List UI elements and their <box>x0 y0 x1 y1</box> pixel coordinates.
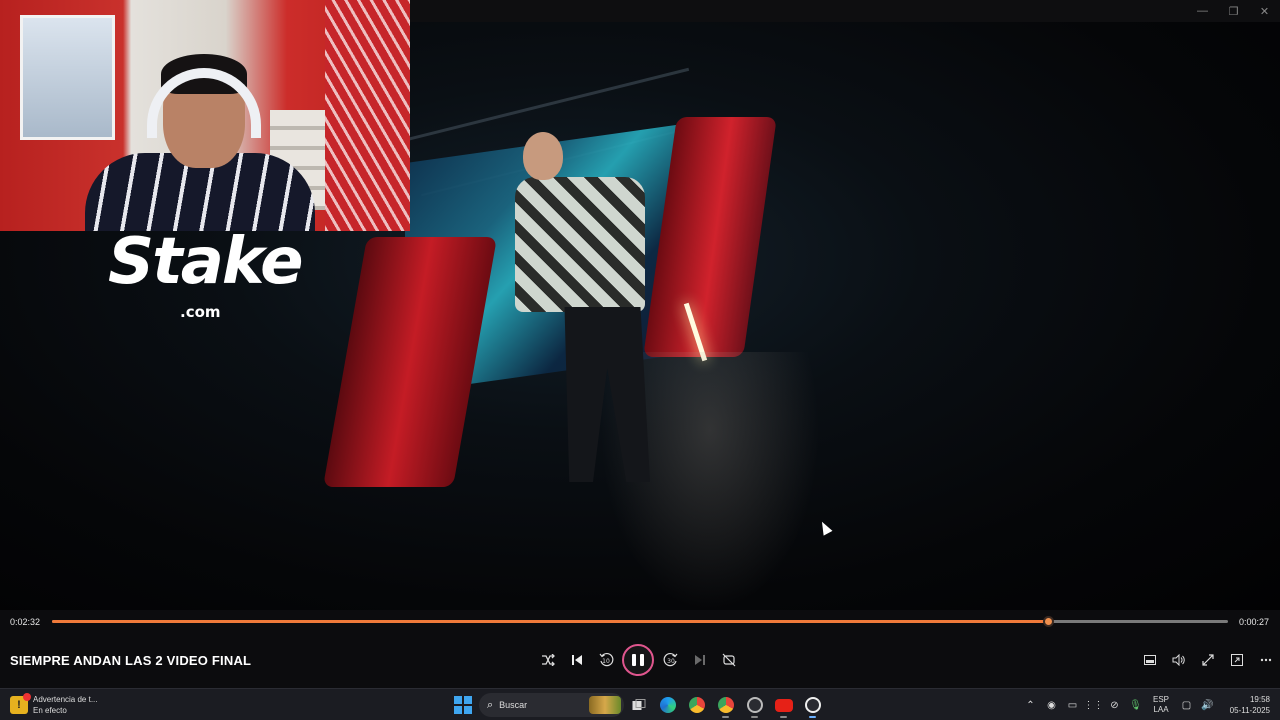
player-extra-controls <box>1135 644 1280 676</box>
network-off-icon: ⊘ <box>1110 699 1119 711</box>
stake-logo-word: Stake <box>108 225 304 299</box>
search-placeholder: Buscar <box>499 700 528 710</box>
taskbar: ! Advertencia de t... En efecto ⌕ Buscar… <box>0 688 1280 720</box>
previous-icon <box>571 655 582 665</box>
recorder-icon <box>746 697 763 713</box>
microphone-button[interactable]: 🎙 <box>1125 692 1146 718</box>
volume-icon <box>1172 654 1185 666</box>
close-button[interactable]: ✕ <box>1249 0 1280 22</box>
media-player-window: — ❐ ✕ Stake .com 0:02:32 0:00:27 SIEMPRE… <box>0 0 1280 688</box>
shuffle-button[interactable] <box>533 644 562 676</box>
microphone-icon: 🎙 <box>1129 699 1142 711</box>
repeat-button[interactable] <box>714 644 743 676</box>
discord-tray-button[interactable]: ◉ <box>1041 692 1062 718</box>
repeat-off-icon <box>722 653 735 667</box>
streamer <box>85 54 315 231</box>
weather-warning-widget[interactable]: ! Advertencia de t... En efecto <box>10 692 140 718</box>
search-highlight-image <box>589 696 621 714</box>
tray-apps-grid-button[interactable]: ⋮⋮ <box>1083 692 1104 718</box>
window-controls: — ❐ ✕ <box>1187 0 1280 22</box>
next-button[interactable] <box>685 644 714 676</box>
discord-icon: ◉ <box>1047 699 1056 711</box>
display-button[interactable]: ▢ <box>1176 692 1197 718</box>
performer <box>515 132 675 512</box>
webcam-spiderweb-decoration <box>325 0 410 231</box>
system-tray: ⌃ ◉ ▭ ⋮⋮ ⊘ 🎙 ESP LAA ▢ 🔊 19:58 05-11-202… <box>1020 692 1280 718</box>
maximize-button[interactable]: ❐ <box>1218 0 1249 22</box>
chrome-icon <box>717 697 734 713</box>
input-language-button[interactable]: ESP LAA <box>1146 695 1176 715</box>
task-view-icon <box>632 699 645 710</box>
webcam-overlay <box>0 0 410 231</box>
chrome-app[interactable] <box>682 692 711 718</box>
pause-button[interactable] <box>622 644 654 676</box>
widget-status: En efecto <box>33 706 67 715</box>
widget-title: Advertencia de t... <box>33 695 98 704</box>
speaker-icon: 🔊 <box>1201 699 1214 711</box>
miniplayer-button[interactable] <box>1135 644 1164 676</box>
fullscreen-button[interactable] <box>1193 644 1222 676</box>
search-icon: ⌕ <box>487 698 494 711</box>
taskbar-search[interactable]: ⌕ Buscar <box>479 693 624 717</box>
elapsed-time: 0:02:32 <box>10 617 41 627</box>
svg-text:10: 10 <box>602 658 610 665</box>
clock[interactable]: 19:58 05-11-2025 <box>1218 694 1280 716</box>
show-hidden-icons-button[interactable]: ⌃ <box>1020 692 1041 718</box>
seek-bar-thumb[interactable] <box>1043 616 1055 627</box>
more-options-button[interactable] <box>1251 644 1280 676</box>
volume-button[interactable] <box>1164 644 1193 676</box>
task-view-button[interactable] <box>624 692 653 718</box>
skip-forward-button[interactable]: 30 <box>656 644 685 676</box>
start-button[interactable] <box>452 694 474 716</box>
media-player-app[interactable] <box>798 692 827 718</box>
svg-text:30: 30 <box>667 658 675 665</box>
miniplayer-icon <box>1143 655 1156 665</box>
clock-date: 05-11-2025 <box>1229 706 1270 715</box>
monitor-icon: ▭ <box>1067 699 1078 711</box>
stake-logo: Stake .com <box>108 225 304 325</box>
seek-bar[interactable] <box>52 616 1228 627</box>
previous-button[interactable] <box>562 644 591 676</box>
more-icon <box>1260 658 1271 662</box>
warning-icon: ! <box>10 693 31 714</box>
display-icon: ▢ <box>1181 699 1192 711</box>
skip-back-10-icon: 10 <box>599 652 613 667</box>
seek-bar-progress <box>52 620 1049 623</box>
cast-icon <box>1230 654 1243 666</box>
minimize-button[interactable]: — <box>1187 0 1218 22</box>
pause-icon <box>632 654 636 666</box>
chevron-up-icon: ⌃ <box>1026 699 1035 711</box>
shuffle-icon <box>541 654 555 666</box>
next-icon <box>694 655 705 665</box>
chrome-icon <box>688 697 705 713</box>
clock-time: 19:58 <box>1249 695 1270 704</box>
youtube-app[interactable] <box>769 692 798 718</box>
media-player-icon <box>804 697 821 713</box>
performer-pants <box>564 307 650 482</box>
edge-app[interactable] <box>653 692 682 718</box>
performer-head <box>523 132 563 180</box>
transport-controls: 10 30 <box>533 644 743 676</box>
stake-logo-suffix: .com <box>180 303 221 321</box>
tray-network-off-button[interactable]: ⊘ <box>1104 692 1125 718</box>
youtube-icon <box>774 698 793 712</box>
grid-icon: ⋮⋮ <box>1083 699 1104 711</box>
performer-shirt <box>515 177 645 312</box>
taskbar-apps: ⌕ Buscar <box>452 692 827 718</box>
skip-forward-30-icon: 30 <box>663 652 677 667</box>
red-curtain-left <box>322 237 498 487</box>
cast-button[interactable] <box>1222 644 1251 676</box>
volume-tray-button[interactable]: 🔊 <box>1197 692 1218 718</box>
edge-icon <box>659 697 676 713</box>
player-controls: 0:02:32 0:00:27 SIEMPRE ANDAN LAS 2 VIDE… <box>0 610 1280 688</box>
media-title: SIEMPRE ANDAN LAS 2 VIDEO FINAL <box>10 653 252 668</box>
skip-back-button[interactable]: 10 <box>591 644 620 676</box>
recorder-app[interactable] <box>740 692 769 718</box>
remaining-time: 0:00:27 <box>1238 617 1269 627</box>
chrome-app-2[interactable] <box>711 692 740 718</box>
tray-app-button[interactable]: ▭ <box>1062 692 1083 718</box>
fullscreen-icon <box>1201 654 1214 666</box>
